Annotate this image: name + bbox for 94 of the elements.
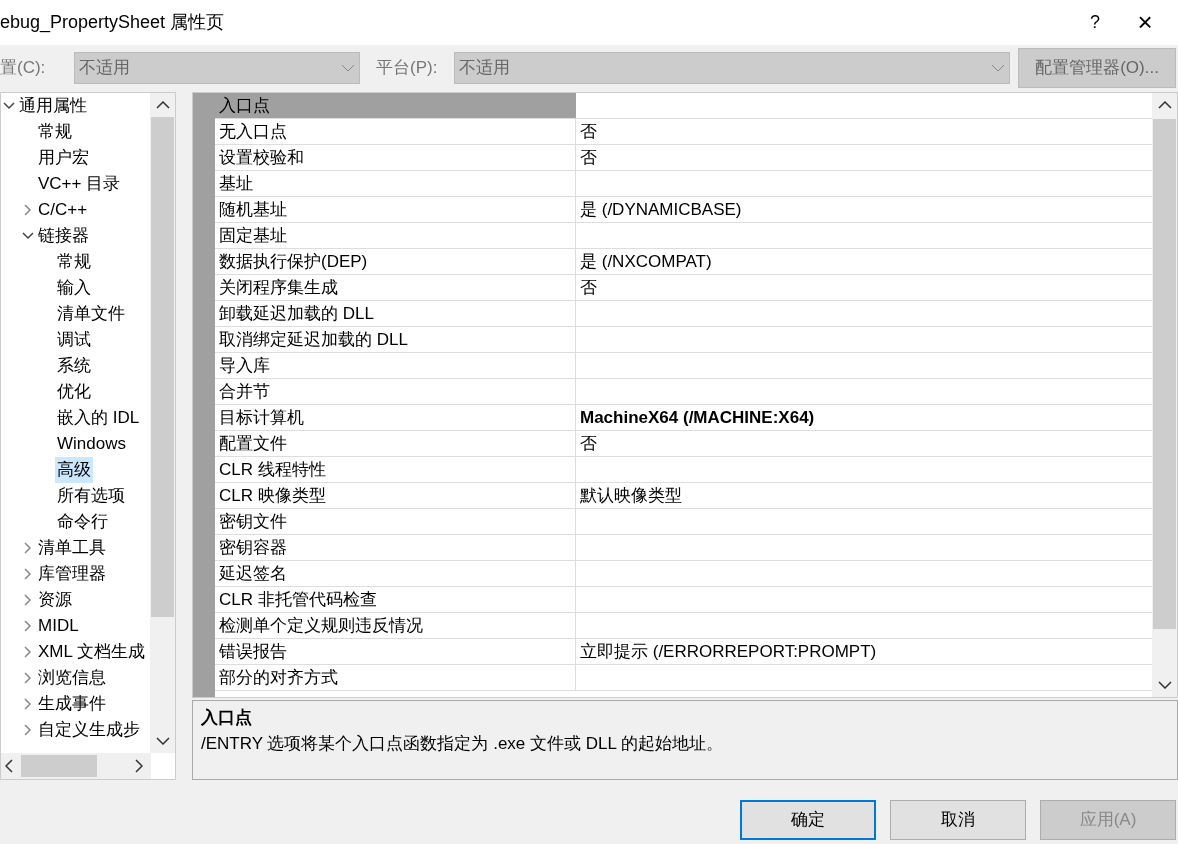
property-name[interactable]: CLR 非托管代码检查 (219, 586, 377, 613)
config-dropdown[interactable]: 不适用 (74, 51, 360, 84)
property-value[interactable]: 否 (580, 118, 597, 145)
close-button[interactable]: × (1120, 3, 1170, 42)
tree-item[interactable]: XML 文档生成 (36, 639, 148, 665)
scroll-left-icon[interactable] (5, 759, 13, 773)
collapsed-chevron-icon[interactable] (24, 698, 32, 710)
property-name[interactable]: 配置文件 (219, 430, 287, 457)
dialog-button[interactable]: 确定 (740, 800, 876, 840)
property-name[interactable]: 关闭程序集生成 (219, 274, 338, 301)
property-name[interactable]: 基址 (219, 170, 253, 197)
property-value[interactable]: 默认映像类型 (580, 482, 682, 509)
tree-item[interactable]: Windows (55, 431, 128, 457)
property-value[interactable]: 否 (580, 274, 597, 301)
scrollbar[interactable] (1152, 93, 1177, 697)
tree-item[interactable]: 常规 (36, 119, 74, 145)
dialog-button[interactable]: 取消 (890, 800, 1026, 840)
property-value[interactable]: 是 (/DYNAMICBASE) (580, 196, 742, 223)
tree-item[interactable]: 优化 (55, 379, 93, 405)
property-value[interactable]: MachineX64 (/MACHINE:X64) (580, 404, 815, 431)
scroll-thumb[interactable] (151, 117, 174, 617)
property-name[interactable]: 取消绑定延迟加载的 DLL (219, 326, 408, 353)
expanded-chevron-icon[interactable] (22, 232, 34, 240)
tree-item[interactable]: 输入 (55, 275, 93, 301)
collapsed-chevron-icon[interactable] (24, 568, 32, 580)
property-value[interactable]: 否 (580, 430, 597, 457)
collapsed-chevron-icon[interactable] (24, 672, 32, 684)
property-name[interactable]: 导入库 (219, 352, 270, 379)
scrollbar[interactable] (150, 93, 175, 753)
property-value[interactable]: 是 (/NXCOMPAT) (580, 248, 712, 275)
chevron-icon (341, 63, 355, 72)
help-button[interactable]: ? (1070, 9, 1120, 36)
collapsed-chevron-icon[interactable] (24, 542, 32, 554)
scroll-thumb[interactable] (21, 755, 97, 777)
tree-item[interactable]: 高级 (55, 457, 93, 483)
property-name[interactable]: 密钥容器 (219, 534, 287, 561)
tree-item[interactable]: 通用属性 (17, 93, 89, 119)
expanded-chevron-icon[interactable] (3, 102, 15, 110)
property-value[interactable]: 立即提示 (/ERRORREPORT:PROMPT) (580, 638, 877, 665)
property-name[interactable]: 数据执行保护(DEP) (219, 248, 368, 275)
category-header: 入口点 (219, 94, 270, 117)
description-text: /ENTRY 选项将某个入口点函数指定为 .exe 文件或 DLL 的起始地址。 (201, 732, 725, 755)
platform-dropdown[interactable]: 不适用 (454, 51, 1010, 84)
property-name[interactable]: 随机基址 (219, 196, 287, 223)
property-name[interactable]: 部分的对齐方式 (219, 664, 338, 691)
platform-label: 平台(P): (376, 56, 439, 79)
description-title: 入口点 (201, 707, 253, 729)
tree-item[interactable]: 资源 (36, 587, 74, 613)
property-name[interactable]: 合并节 (219, 378, 270, 405)
tree-item[interactable]: 浏览信息 (36, 665, 108, 691)
config-manager-button[interactable]: 配置管理器(O)... (1018, 47, 1176, 88)
tree-item[interactable]: 链接器 (36, 223, 91, 249)
tree-item[interactable]: 嵌入的 IDL (55, 405, 142, 431)
scroll-right-icon[interactable] (135, 759, 143, 773)
property-name[interactable]: 密钥文件 (219, 508, 287, 535)
collapsed-chevron-icon[interactable] (24, 620, 32, 632)
chevron-icon (991, 63, 1005, 72)
scroll-thumb[interactable] (1153, 119, 1176, 629)
property-name[interactable]: 无入口点 (219, 118, 287, 145)
collapsed-chevron-icon[interactable] (24, 594, 32, 606)
tree-item[interactable]: 用户宏 (36, 145, 91, 171)
tree-item[interactable]: 所有选项 (55, 483, 127, 509)
tree-item[interactable]: 自定义生成步 (36, 717, 142, 743)
property-name[interactable]: 固定基址 (219, 222, 287, 249)
tree-item[interactable]: 生成事件 (36, 691, 108, 717)
tree-item[interactable]: MIDL (36, 613, 81, 639)
tree-item[interactable]: 清单文件 (55, 301, 127, 327)
scroll-up-icon[interactable] (1157, 101, 1172, 109)
collapsed-chevron-icon[interactable] (24, 646, 32, 658)
tree-item[interactable]: 库管理器 (36, 561, 108, 587)
property-name[interactable]: 延迟签名 (219, 560, 287, 587)
horizontal-scrollbar[interactable] (1, 753, 151, 779)
config-label: 置(C): (0, 56, 47, 79)
scroll-down-icon[interactable] (155, 737, 170, 745)
property-name[interactable]: 检测单个定义规则违反情况 (219, 612, 423, 639)
window-title: ebug_PropertySheet 属性页 (0, 11, 226, 35)
scroll-up-icon[interactable] (155, 101, 170, 109)
tree-item[interactable]: 调试 (55, 327, 93, 353)
property-name[interactable]: 目标计算机 (219, 404, 304, 431)
property-name[interactable]: 卸载延迟加载的 DLL (219, 300, 374, 327)
property-name[interactable]: CLR 线程特性 (219, 456, 326, 483)
tree-item[interactable]: 系统 (55, 353, 93, 379)
collapsed-chevron-icon[interactable] (24, 204, 32, 216)
scroll-down-icon[interactable] (1157, 681, 1172, 689)
tree-item[interactable]: VC++ 目录 (36, 171, 123, 197)
tree-item[interactable]: 常规 (55, 249, 93, 275)
tree-item[interactable]: C/C++ (36, 197, 90, 223)
property-name[interactable]: 设置校验和 (219, 144, 304, 171)
tree-item[interactable]: 命令行 (55, 509, 110, 535)
property-value[interactable]: 否 (580, 144, 597, 171)
collapsed-chevron-icon[interactable] (24, 724, 32, 736)
tree-item[interactable]: 清单工具 (36, 535, 108, 561)
property-name[interactable]: CLR 映像类型 (219, 482, 326, 509)
property-name[interactable]: 错误报告 (219, 638, 287, 665)
